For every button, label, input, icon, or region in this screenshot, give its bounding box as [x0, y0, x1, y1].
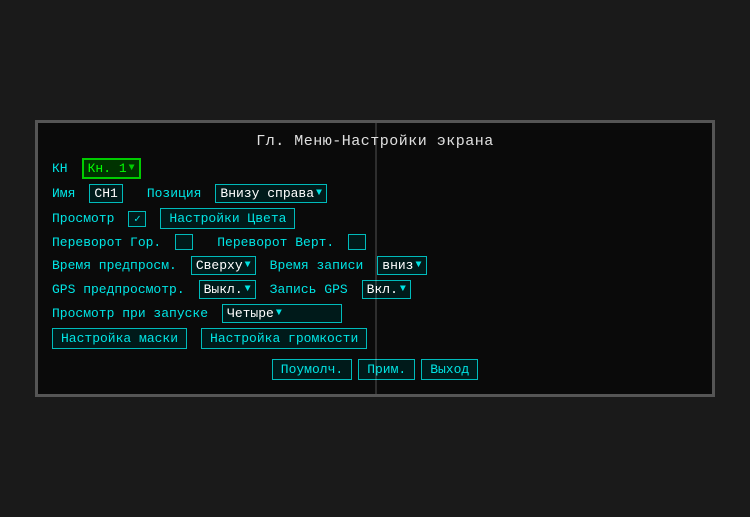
gps-record-arrow-icon: ▼	[400, 284, 406, 295]
flip-hor-label: Переворот Гор.	[52, 235, 161, 250]
kn-arrow-icon: ▼	[129, 163, 135, 174]
preview-time-value: Сверху	[196, 258, 243, 273]
position-select[interactable]: Внизу справа ▼	[215, 184, 327, 203]
kn-value: Кн. 1	[88, 161, 127, 176]
color-settings-button[interactable]: Настройки Цвета	[160, 208, 295, 229]
gps-preview-select[interactable]: Выкл. ▼	[199, 280, 256, 299]
mask-settings-button[interactable]: Настройка маски	[52, 328, 187, 349]
row-mask-volume: Настройка маски Настройка громкости	[52, 328, 698, 349]
gps-preview-value: Выкл.	[204, 282, 243, 297]
row-launch-preview: Просмотр при запуске Четыре ▼	[52, 304, 698, 323]
flip-hor-checkbox[interactable]	[175, 234, 193, 250]
gps-record-value: Вкл.	[367, 282, 398, 297]
row-flip: Переворот Гор. Переворот Верт.	[52, 234, 698, 250]
name-label: Имя	[52, 186, 75, 201]
row-times: Время предпросм. Сверху ▼ Время записи в…	[52, 256, 698, 275]
record-time-arrow-icon: ▼	[416, 260, 422, 271]
name-field[interactable]: СН1	[89, 184, 122, 203]
gps-record-select[interactable]: Вкл. ▼	[362, 280, 411, 299]
preview-time-select[interactable]: Сверху ▼	[191, 256, 256, 275]
flip-vert-checkbox[interactable]	[348, 234, 366, 250]
launch-preview-value: Четыре	[227, 306, 274, 321]
action-buttons: Поумолч. Прим. Выход	[52, 359, 698, 380]
gps-preview-arrow-icon: ▼	[245, 284, 251, 295]
apply-button[interactable]: Прим.	[358, 359, 415, 380]
kn-label: КН	[52, 161, 68, 176]
record-time-select[interactable]: вниз ▼	[377, 256, 426, 275]
position-arrow-icon: ▼	[316, 188, 322, 199]
record-time-label: Время записи	[270, 258, 364, 273]
exit-button[interactable]: Выход	[421, 359, 478, 380]
preview-time-arrow-icon: ▼	[245, 260, 251, 271]
launch-preview-select[interactable]: Четыре ▼	[222, 304, 342, 323]
gps-preview-label: GPS предпросмотр.	[52, 282, 185, 297]
main-screen: Гл. Меню-Настройки экрана КН Кн. 1 ▼ Имя…	[35, 120, 715, 397]
preview-time-label: Время предпросм.	[52, 258, 177, 273]
record-time-value: вниз	[382, 258, 413, 273]
preview-label: Просмотр	[52, 211, 114, 226]
title-bar: Гл. Меню-Настройки экрана	[52, 133, 698, 150]
volume-settings-button[interactable]: Настройка громкости	[201, 328, 367, 349]
kn-select[interactable]: Кн. 1 ▼	[82, 158, 141, 179]
launch-preview-label: Просмотр при запуске	[52, 306, 208, 321]
position-label: Позиция	[147, 186, 202, 201]
default-button[interactable]: Поумолч.	[272, 359, 352, 380]
check-icon: ✓	[134, 212, 141, 226]
position-value: Внизу справа	[220, 186, 314, 201]
gps-record-label: Запись GPS	[270, 282, 348, 297]
title-text: Гл. Меню-Настройки экрана	[256, 133, 494, 150]
flip-vert-label: Переворот Верт.	[217, 235, 334, 250]
row-name-position: Имя СН1 Позиция Внизу справа ▼	[52, 184, 698, 203]
row-kn: КН Кн. 1 ▼	[52, 158, 698, 179]
row-preview-color: Просмотр ✓ Настройки Цвета	[52, 208, 698, 229]
launch-preview-arrow-icon: ▼	[276, 308, 282, 319]
row-gps: GPS предпросмотр. Выкл. ▼ Запись GPS Вкл…	[52, 280, 698, 299]
preview-checkbox[interactable]: ✓	[128, 211, 146, 227]
